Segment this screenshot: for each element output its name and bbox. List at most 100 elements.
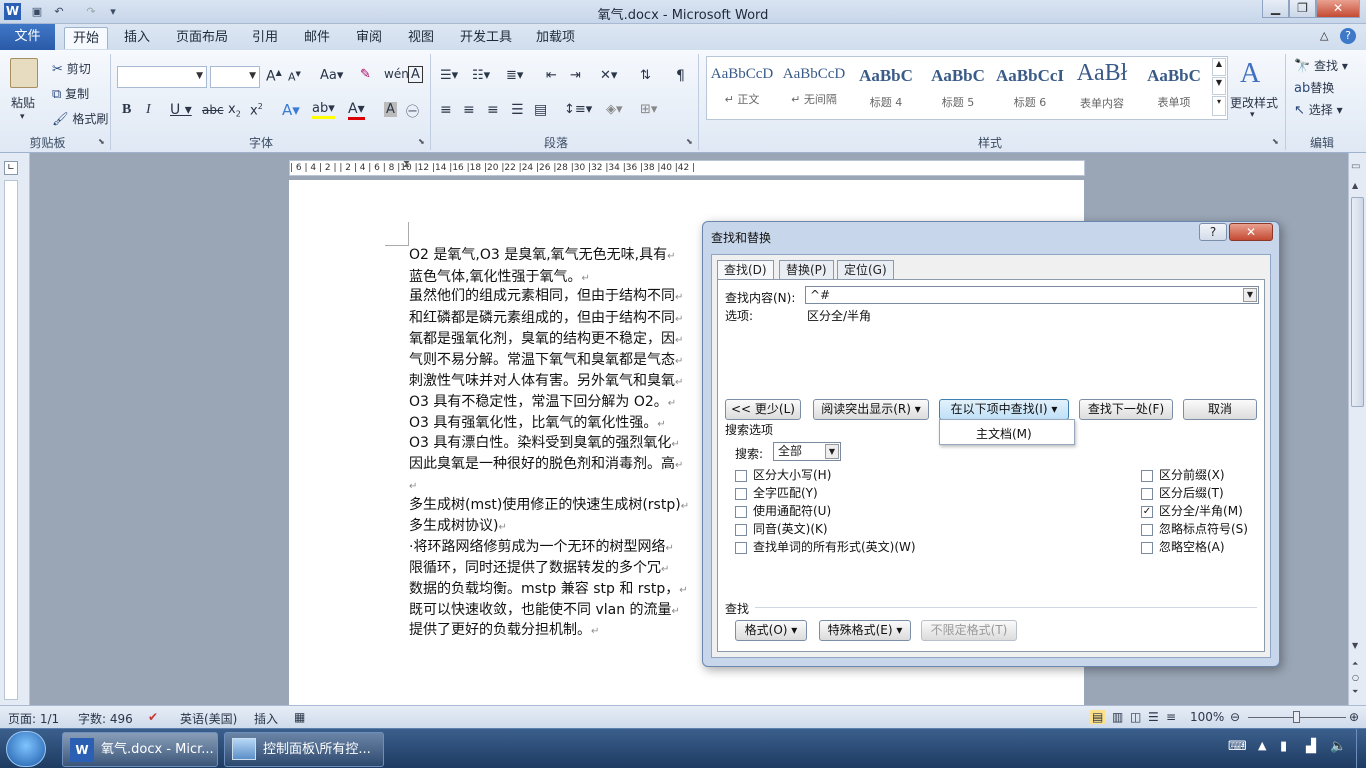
tab-selector-icon[interactable]: ∟ [4, 161, 18, 175]
font-name-combo[interactable]: ▼ [117, 66, 207, 88]
checkbox-checked-icon[interactable]: ✓ [1141, 505, 1153, 518]
decrease-indent-icon[interactable]: ⇤ [546, 68, 557, 83]
menu-item-main-document[interactable]: 主文档(M) [976, 425, 1032, 442]
strikethrough-button[interactable]: abc [202, 103, 224, 117]
char-border-icon[interactable]: A [408, 66, 423, 83]
checkbox-icon[interactable] [735, 505, 747, 518]
tab-file[interactable]: 文件 [0, 24, 55, 50]
bold-button[interactable]: B [122, 102, 131, 118]
format-button[interactable]: 格式(O) ▾ [735, 620, 807, 641]
next-page-icon[interactable]: ⏷ [1352, 687, 1358, 697]
scroll-thumb[interactable] [1351, 197, 1364, 407]
tab-view[interactable]: 视图 [400, 27, 442, 49]
style-item[interactable]: AaBbCcD ↵ 无间隔 [780, 58, 848, 116]
indent-marker-icon[interactable]: ⧗ [403, 159, 410, 170]
prev-page-icon[interactable]: ⏶ [1352, 659, 1358, 669]
no-formatting-button[interactable]: 不限定格式(T) [921, 620, 1017, 641]
tab-developer[interactable]: 开发工具 [452, 27, 520, 49]
text-effects-icon[interactable]: A▾ [282, 101, 300, 119]
tab-mailings[interactable]: 邮件 [296, 27, 338, 49]
grow-font-icon[interactable]: A▲ [266, 68, 282, 85]
borders-icon[interactable]: ⊞▾ [640, 102, 657, 117]
shrink-font-icon[interactable]: A▼ [288, 70, 301, 84]
web-layout-view-icon[interactable]: ◫ [1130, 710, 1141, 724]
checkbox-icon[interactable] [735, 469, 747, 482]
page-count[interactable]: 页面: 1/1 [8, 710, 59, 727]
paste-dropdown-icon[interactable]: ▾ [20, 112, 25, 122]
subscript-button[interactable]: x2 [228, 102, 241, 119]
zoom-level[interactable]: 100% [1190, 710, 1224, 724]
font-color-icon[interactable]: A▾ [348, 101, 365, 120]
show-desktop-button[interactable] [1356, 729, 1366, 768]
shading-icon[interactable]: ◈▾ [606, 102, 623, 117]
tab-references[interactable]: 引用 [244, 27, 286, 49]
option-checkbox[interactable]: 忽略标点符号(S) [1141, 520, 1248, 537]
find-button[interactable]: 🔭 查找 ▾ [1294, 57, 1348, 74]
tray-expand-icon[interactable]: ▲ [1258, 739, 1266, 752]
minimize-button[interactable]: ▁ [1262, 0, 1289, 18]
show-marks-icon[interactable]: ¶ [676, 68, 685, 84]
phonetic-guide-icon[interactable]: wén [384, 67, 409, 81]
chevron-down-icon[interactable]: ▼ [825, 444, 839, 459]
word-count[interactable]: 字数: 496 [78, 710, 133, 727]
zoom-slider-thumb[interactable] [1293, 711, 1300, 723]
scroll-up-icon[interactable]: ▲ [1352, 181, 1358, 190]
distributed-icon[interactable]: ▤ [534, 102, 547, 118]
bullets-icon[interactable]: ☰▾ [440, 68, 458, 83]
language[interactable]: 英语(美国) [180, 710, 237, 727]
proofing-icon[interactable]: ✔ [148, 710, 158, 724]
option-checkbox[interactable]: 同音(英文)(K) [735, 520, 828, 537]
help-button[interactable]: ? [1199, 223, 1227, 241]
cut-button[interactable]: ✂ 剪切 [52, 60, 91, 77]
volume-icon[interactable]: 🔈 [1330, 739, 1346, 754]
tab-review[interactable]: 审阅 [348, 27, 390, 49]
align-right-icon[interactable]: ≡ [487, 102, 499, 118]
browse-object-icon[interactable]: ○ [1352, 673, 1359, 682]
scroll-down-icon[interactable]: ▼ [1352, 641, 1358, 650]
tab-home[interactable]: 开始 [64, 27, 109, 49]
paste-button[interactable]: 粘贴 [11, 94, 35, 111]
enclose-chars-icon[interactable]: ㊀ [406, 101, 419, 120]
style-item[interactable]: AaBbCcD ↵ 正文 [708, 58, 776, 116]
find-what-input[interactable]: ^# ▼ [805, 286, 1259, 304]
option-checkbox[interactable]: 区分大小写(H) [735, 466, 831, 483]
tab-insert[interactable]: 插入 [116, 27, 158, 49]
keyboard-icon[interactable]: ⌨ [1228, 739, 1247, 754]
dialog-close-button[interactable]: ✕ [1229, 223, 1273, 241]
paste-icon[interactable] [10, 58, 38, 88]
sort-icon[interactable]: ⇅ [640, 68, 651, 83]
checkbox-icon[interactable] [1141, 469, 1153, 482]
start-button[interactable] [6, 731, 46, 767]
reading-highlight-button[interactable]: 阅读突出显示(R) ▾ [813, 399, 929, 420]
cancel-button[interactable]: 取消 [1183, 399, 1257, 420]
option-checkbox[interactable]: 查找单词的所有形式(英文)(W) [735, 538, 916, 555]
gallery-more-icon[interactable]: ▾ [1212, 96, 1226, 116]
change-styles-dropdown-icon[interactable]: ▾ [1250, 110, 1255, 120]
special-format-button[interactable]: 特殊格式(E) ▾ [819, 620, 911, 641]
minimize-ribbon-icon[interactable]: △ [1320, 29, 1328, 42]
checkbox-icon[interactable] [1141, 541, 1153, 554]
option-checkbox[interactable]: 全字匹配(Y) [735, 484, 818, 501]
copy-button[interactable]: ⧉ 复制 [52, 85, 89, 102]
insert-mode[interactable]: 插入 [254, 710, 278, 727]
styles-launcher-icon[interactable]: ⬊ [1272, 137, 1279, 146]
style-item[interactable]: AaBbC 表单项 [1140, 58, 1208, 116]
checkbox-icon[interactable] [1141, 487, 1153, 500]
checkbox-icon[interactable] [735, 541, 747, 554]
change-styles-icon[interactable]: A [1240, 58, 1260, 90]
gallery-scroll-up-icon[interactable]: ▲ [1212, 58, 1226, 76]
font-launcher-icon[interactable]: ⬊ [418, 137, 425, 146]
option-checkbox[interactable]: 区分前缀(X) [1141, 466, 1225, 483]
tab-page-layout[interactable]: 页面布局 [168, 27, 236, 49]
zoom-out-icon[interactable]: ⊖ [1230, 710, 1240, 724]
option-checkbox[interactable]: 使用通配符(U) [735, 502, 831, 519]
vertical-scrollbar[interactable]: ▭ ▲ ▼ ⏶ ○ ⏷ [1348, 153, 1366, 705]
checkbox-icon[interactable] [735, 487, 747, 500]
highlight-icon[interactable]: ab▾ [312, 101, 335, 119]
style-item[interactable]: AaBbC 标题 4 [852, 58, 920, 116]
numbering-icon[interactable]: ☷▾ [472, 68, 490, 83]
char-shading-icon[interactable]: A [384, 102, 397, 117]
align-left-icon[interactable]: ≡ [440, 102, 452, 118]
search-direction-select[interactable]: 全部 ▼ [773, 442, 841, 461]
less-button[interactable]: << 更少(L) [725, 399, 801, 420]
